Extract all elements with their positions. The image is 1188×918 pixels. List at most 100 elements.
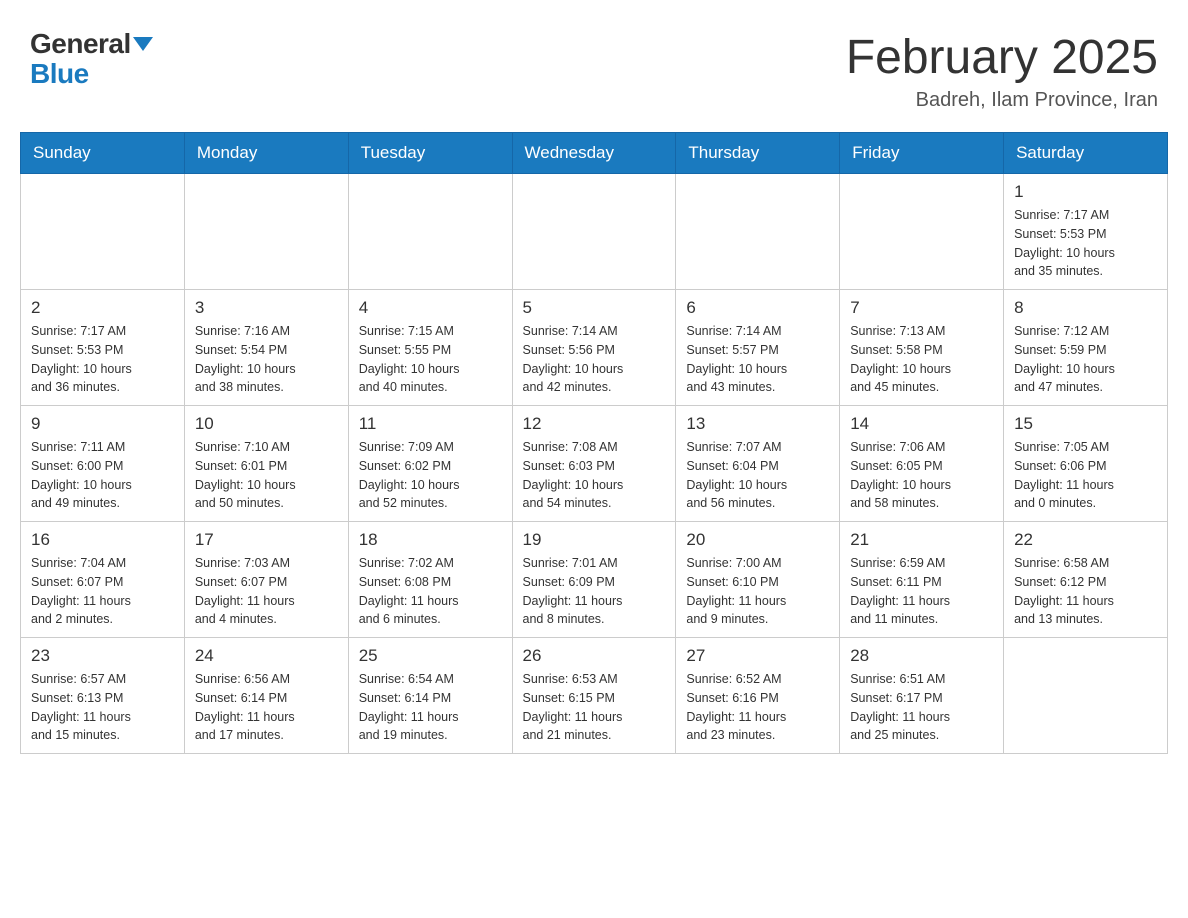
col-header-tuesday: Tuesday <box>348 133 512 174</box>
day-info: Sunrise: 6:52 AM Sunset: 6:16 PM Dayligh… <box>686 670 829 745</box>
day-number: 13 <box>686 414 829 434</box>
day-number: 3 <box>195 298 338 318</box>
calendar-cell <box>184 174 348 290</box>
col-header-monday: Monday <box>184 133 348 174</box>
col-header-wednesday: Wednesday <box>512 133 676 174</box>
calendar-cell: 22 Sunrise: 6:58 AM Sunset: 6:12 PM Dayli… <box>1004 522 1168 638</box>
day-info: Sunrise: 7:13 AM Sunset: 5:58 PM Dayligh… <box>850 322 993 397</box>
calendar-cell <box>21 174 185 290</box>
day-number: 12 <box>523 414 666 434</box>
day-info: Sunrise: 7:00 AM Sunset: 6:10 PM Dayligh… <box>686 554 829 629</box>
day-info: Sunrise: 7:17 AM Sunset: 5:53 PM Dayligh… <box>1014 206 1157 281</box>
calendar-cell: 20 Sunrise: 7:00 AM Sunset: 6:10 PM Dayli… <box>676 522 840 638</box>
calendar-cell: 26Sunrise: 6:53 AM Sunset: 6:15 PM Dayli… <box>512 638 676 754</box>
logo-blue-text: Blue <box>30 58 89 90</box>
day-info: Sunrise: 6:57 AM Sunset: 6:13 PM Dayligh… <box>31 670 174 745</box>
col-header-friday: Friday <box>840 133 1004 174</box>
calendar-cell: 15 Sunrise: 7:05 AM Sunset: 6:06 PM Dayli… <box>1004 406 1168 522</box>
day-number: 18 <box>359 530 502 550</box>
day-number: 15 <box>1014 414 1157 434</box>
logo: General Blue <box>30 30 153 90</box>
day-info: Sunrise: 7:08 AM Sunset: 6:03 PM Dayligh… <box>523 438 666 513</box>
day-info: Sunrise: 6:54 AM Sunset: 6:14 PM Dayligh… <box>359 670 502 745</box>
calendar-cell: 17 Sunrise: 7:03 AM Sunset: 6:07 PM Dayli… <box>184 522 348 638</box>
col-header-thursday: Thursday <box>676 133 840 174</box>
col-header-saturday: Saturday <box>1004 133 1168 174</box>
calendar-cell <box>512 174 676 290</box>
day-info: Sunrise: 6:51 AM Sunset: 6:17 PM Dayligh… <box>850 670 993 745</box>
col-header-sunday: Sunday <box>21 133 185 174</box>
calendar-cell: 2 Sunrise: 7:17 AM Sunset: 5:53 PM Daylig… <box>21 290 185 406</box>
week-row-1: 1 Sunrise: 7:17 AM Sunset: 5:53 PM Daylig… <box>21 174 1168 290</box>
day-info: Sunrise: 7:01 AM Sunset: 6:09 PM Dayligh… <box>523 554 666 629</box>
day-info: Sunrise: 6:56 AM Sunset: 6:14 PM Dayligh… <box>195 670 338 745</box>
calendar-cell: 18 Sunrise: 7:02 AM Sunset: 6:08 PM Dayli… <box>348 522 512 638</box>
page-header: General Blue February 2025 Badreh, Ilam … <box>20 20 1168 122</box>
day-info: Sunrise: 7:10 AM Sunset: 6:01 PM Dayligh… <box>195 438 338 513</box>
week-row-2: 2 Sunrise: 7:17 AM Sunset: 5:53 PM Daylig… <box>21 290 1168 406</box>
calendar-cell: 6 Sunrise: 7:14 AM Sunset: 5:57 PM Daylig… <box>676 290 840 406</box>
day-info: Sunrise: 6:58 AM Sunset: 6:12 PM Dayligh… <box>1014 554 1157 629</box>
calendar-header-row: SundayMondayTuesdayWednesdayThursdayFrid… <box>21 133 1168 174</box>
day-number: 7 <box>850 298 993 318</box>
location-title: Badreh, Ilam Province, Iran <box>846 89 1158 112</box>
calendar-cell: 24 Sunrise: 6:56 AM Sunset: 6:14 PM Dayli… <box>184 638 348 754</box>
day-info: Sunrise: 7:17 AM Sunset: 5:53 PM Dayligh… <box>31 322 174 397</box>
day-info: Sunrise: 7:07 AM Sunset: 6:04 PM Dayligh… <box>686 438 829 513</box>
logo-general-text: General <box>30 30 131 58</box>
day-info: Sunrise: 7:05 AM Sunset: 6:06 PM Dayligh… <box>1014 438 1157 513</box>
day-number: 24 <box>195 646 338 666</box>
calendar-cell: 27Sunrise: 6:52 AM Sunset: 6:16 PM Dayli… <box>676 638 840 754</box>
calendar-cell: 19 Sunrise: 7:01 AM Sunset: 6:09 PM Dayli… <box>512 522 676 638</box>
day-number: 2 <box>31 298 174 318</box>
title-area: February 2025 Badreh, Ilam Province, Ira… <box>846 30 1158 112</box>
day-number: 16 <box>31 530 174 550</box>
calendar-cell: 16Sunrise: 7:04 AM Sunset: 6:07 PM Dayli… <box>21 522 185 638</box>
day-number: 8 <box>1014 298 1157 318</box>
calendar-cell: 1 Sunrise: 7:17 AM Sunset: 5:53 PM Daylig… <box>1004 174 1168 290</box>
day-number: 20 <box>686 530 829 550</box>
calendar-cell: 12 Sunrise: 7:08 AM Sunset: 6:03 PM Dayli… <box>512 406 676 522</box>
calendar-cell: 13 Sunrise: 7:07 AM Sunset: 6:04 PM Dayli… <box>676 406 840 522</box>
day-info: Sunrise: 7:09 AM Sunset: 6:02 PM Dayligh… <box>359 438 502 513</box>
calendar-cell: 14 Sunrise: 7:06 AM Sunset: 6:05 PM Dayli… <box>840 406 1004 522</box>
calendar-cell <box>840 174 1004 290</box>
day-number: 6 <box>686 298 829 318</box>
day-number: 19 <box>523 530 666 550</box>
day-info: Sunrise: 7:11 AM Sunset: 6:00 PM Dayligh… <box>31 438 174 513</box>
calendar-cell: 3 Sunrise: 7:16 AM Sunset: 5:54 PM Daylig… <box>184 290 348 406</box>
day-info: Sunrise: 7:14 AM Sunset: 5:56 PM Dayligh… <box>523 322 666 397</box>
calendar-cell <box>348 174 512 290</box>
week-row-5: 23Sunrise: 6:57 AM Sunset: 6:13 PM Dayli… <box>21 638 1168 754</box>
week-row-4: 16Sunrise: 7:04 AM Sunset: 6:07 PM Dayli… <box>21 522 1168 638</box>
day-number: 14 <box>850 414 993 434</box>
calendar-cell: 8Sunrise: 7:12 AM Sunset: 5:59 PM Daylig… <box>1004 290 1168 406</box>
calendar-cell <box>1004 638 1168 754</box>
calendar-cell: 25Sunrise: 6:54 AM Sunset: 6:14 PM Dayli… <box>348 638 512 754</box>
calendar-cell: 5Sunrise: 7:14 AM Sunset: 5:56 PM Daylig… <box>512 290 676 406</box>
month-title: February 2025 <box>846 30 1158 85</box>
day-info: Sunrise: 7:06 AM Sunset: 6:05 PM Dayligh… <box>850 438 993 513</box>
day-number: 11 <box>359 414 502 434</box>
calendar-cell: 7 Sunrise: 7:13 AM Sunset: 5:58 PM Daylig… <box>840 290 1004 406</box>
calendar-table: SundayMondayTuesdayWednesdayThursdayFrid… <box>20 132 1168 754</box>
day-number: 10 <box>195 414 338 434</box>
day-info: Sunrise: 7:02 AM Sunset: 6:08 PM Dayligh… <box>359 554 502 629</box>
day-number: 26 <box>523 646 666 666</box>
day-info: Sunrise: 7:16 AM Sunset: 5:54 PM Dayligh… <box>195 322 338 397</box>
logo-triangle-icon <box>133 37 153 51</box>
calendar-cell: 10 Sunrise: 7:10 AM Sunset: 6:01 PM Dayli… <box>184 406 348 522</box>
calendar-cell: 9 Sunrise: 7:11 AM Sunset: 6:00 PM Daylig… <box>21 406 185 522</box>
day-number: 1 <box>1014 182 1157 202</box>
calendar-cell: 23Sunrise: 6:57 AM Sunset: 6:13 PM Dayli… <box>21 638 185 754</box>
day-number: 22 <box>1014 530 1157 550</box>
week-row-3: 9 Sunrise: 7:11 AM Sunset: 6:00 PM Daylig… <box>21 406 1168 522</box>
calendar-cell: 21Sunrise: 6:59 AM Sunset: 6:11 PM Dayli… <box>840 522 1004 638</box>
day-info: Sunrise: 7:03 AM Sunset: 6:07 PM Dayligh… <box>195 554 338 629</box>
day-number: 17 <box>195 530 338 550</box>
day-number: 9 <box>31 414 174 434</box>
day-info: Sunrise: 7:14 AM Sunset: 5:57 PM Dayligh… <box>686 322 829 397</box>
calendar-cell: 28Sunrise: 6:51 AM Sunset: 6:17 PM Dayli… <box>840 638 1004 754</box>
day-info: Sunrise: 6:59 AM Sunset: 6:11 PM Dayligh… <box>850 554 993 629</box>
day-number: 4 <box>359 298 502 318</box>
